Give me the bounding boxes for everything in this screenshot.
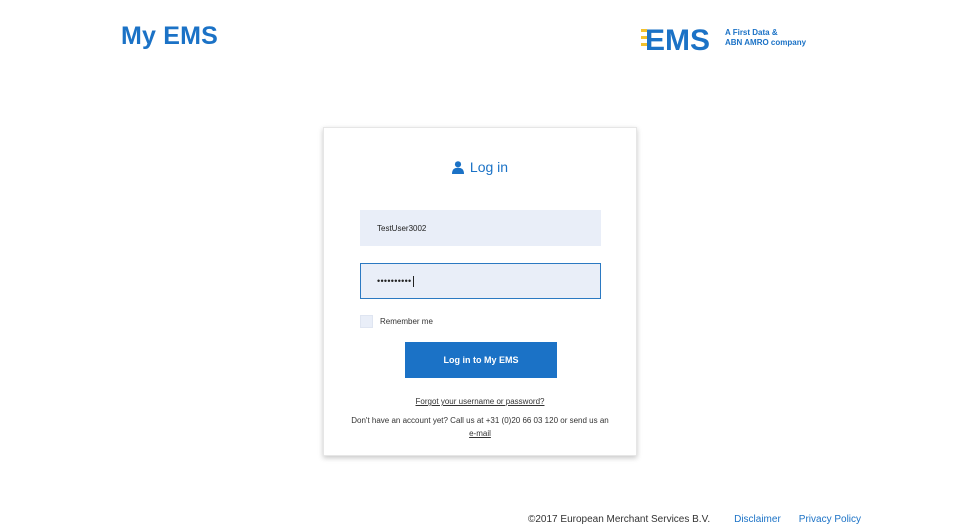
help-text: Don't have an account yet? Call us at +3… (348, 414, 612, 440)
brand-tagline-line2: ABN AMRO company (725, 38, 807, 47)
password-input[interactable]: •••••••••• (360, 263, 601, 299)
ems-wordmark-graphic: EMS (641, 24, 710, 54)
username-input[interactable]: TestUser3002 (360, 210, 601, 246)
login-button[interactable]: Log in to My EMS (405, 342, 557, 378)
brand-tagline: A First Data & ABN AMRO company (725, 28, 820, 48)
text-caret (412, 275, 414, 287)
user-icon (451, 160, 464, 174)
footer: ©2017 European Merchant Services B.V. Di… (528, 514, 861, 525)
ems-wordmark-text: EMS (645, 24, 710, 54)
app-title: My EMS (121, 22, 219, 50)
username-value: TestUser3002 (377, 223, 427, 233)
login-card: Log in TestUser3002 •••••••••• Remember … (323, 127, 637, 456)
ems-wordmark: EMS (641, 22, 719, 54)
privacy-policy-link[interactable]: Privacy Policy (799, 514, 861, 525)
disclaimer-link[interactable]: Disclaimer (734, 514, 781, 525)
page: My EMS EMS A First Data & ABN AMRO compa… (0, 0, 960, 528)
help-text-body: Don't have an account yet? Call us at +3… (351, 416, 609, 425)
remember-me-checkbox[interactable] (360, 315, 373, 328)
copyright-text: ©2017 European Merchant Services B.V. (528, 514, 711, 525)
password-masked-value: •••••••••• (377, 276, 412, 286)
ems-logo: EMS A First Data & ABN AMRO company (641, 22, 820, 54)
login-heading-text: Log in (469, 159, 509, 175)
remember-me[interactable]: Remember me (360, 315, 433, 328)
login-heading: Log in (324, 159, 636, 175)
brand-tagline-line1: A First Data & (725, 28, 778, 37)
forgot-credentials-link[interactable]: Forgot your username or password? (324, 397, 636, 406)
email-link[interactable]: e-mail (469, 429, 491, 438)
remember-me-label: Remember me (380, 317, 433, 326)
